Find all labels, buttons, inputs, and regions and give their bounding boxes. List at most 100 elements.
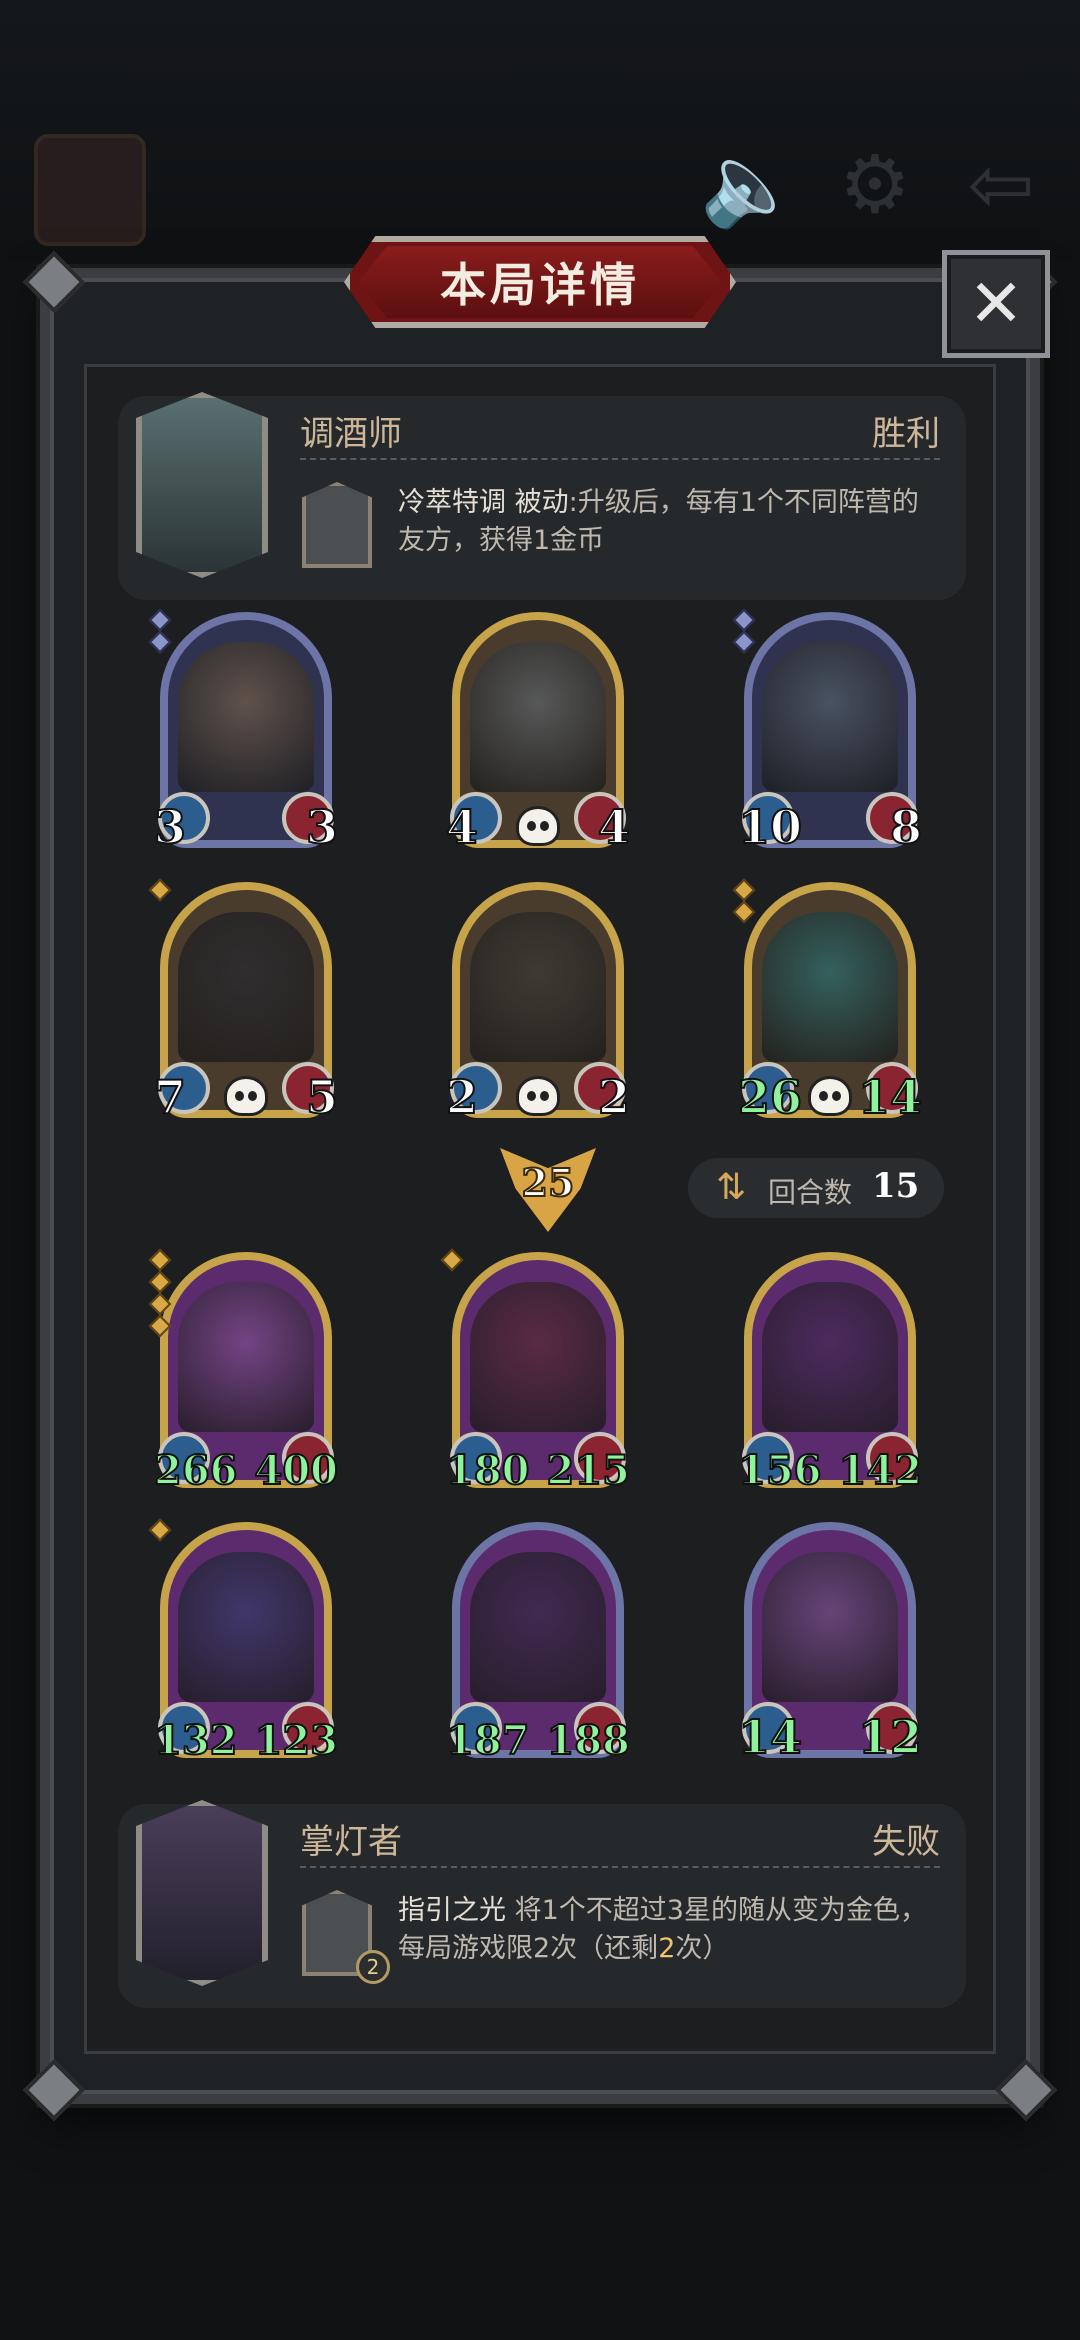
skill-type: 被动 (514, 487, 569, 518)
round-label: 回合数 (768, 1176, 853, 1209)
skill-text-end: 次） (675, 1933, 730, 1964)
unit-card[interactable]: 22 (445, 882, 631, 1125)
health-value: 400 (254, 1446, 339, 1495)
divider (300, 458, 940, 460)
hero-skill-description: 冷萃特调 被动:升级后，每有1个不同阵营的友方，获得1金币 (398, 484, 942, 560)
unit-art (762, 1552, 898, 1702)
skull-icon (224, 1076, 268, 1116)
hero-skill-description: 指引之光 将1个不超过3星的随从变为金色，每局游戏限2次（还剩2次） (398, 1892, 942, 1968)
match-result: 胜利 (872, 414, 940, 454)
unit-card[interactable]: 26 14 (732, 878, 923, 1125)
attack-value: 187 (445, 1716, 530, 1765)
avatar (34, 134, 146, 246)
unit-card[interactable]: 132 123 (148, 1518, 339, 1765)
round-value: 15 (872, 1166, 920, 1206)
attack-value: 4 (445, 799, 479, 855)
unit-art (178, 642, 314, 792)
attack-value: 26 (737, 1069, 803, 1125)
health-value: 142 (838, 1446, 923, 1495)
panel-corner (22, 2058, 86, 2122)
title-banner: 本局详情 (344, 236, 736, 328)
attack-value: 2 (445, 1069, 479, 1125)
shaker-icon[interactable] (302, 482, 372, 568)
hero-name: 调酒师 (300, 414, 402, 454)
unit-art (178, 1552, 314, 1702)
match-result: 失败 (872, 1822, 940, 1862)
unit-art (178, 1282, 314, 1432)
health-value: 12 (857, 1709, 923, 1765)
unit-art (762, 912, 898, 1062)
star-rank (148, 1248, 172, 1340)
round-counter: ⇅ 回合数 15 (688, 1158, 944, 1218)
attack-value: 7 (153, 1069, 187, 1125)
unit-art (470, 1552, 606, 1702)
star-icon (148, 878, 172, 902)
star-icon (732, 878, 756, 902)
unit-card[interactable]: 156 142 (737, 1252, 923, 1495)
skill-name: 冷萃特调 (398, 487, 506, 518)
unit-card[interactable]: 10 8 (732, 608, 923, 855)
star-rank (732, 608, 756, 656)
unit-card[interactable]: 180 215 (440, 1248, 631, 1495)
star-icon (148, 1270, 172, 1294)
unit-card[interactable]: 75 (148, 878, 339, 1125)
unit-card[interactable]: 14 12 (737, 1522, 923, 1765)
star-rank (732, 878, 756, 926)
health-value: 123 (254, 1716, 339, 1765)
attack-value: 266 (153, 1446, 238, 1495)
star-rank (148, 1518, 172, 1544)
unit-art (470, 642, 606, 792)
divider (300, 1866, 940, 1868)
star-rank (148, 878, 172, 904)
unit-art (762, 642, 898, 792)
skull-icon (808, 1076, 852, 1116)
panel-corner (994, 2058, 1058, 2122)
gear-icon: ⚙ (839, 138, 911, 231)
skull-icon (516, 1076, 560, 1116)
star-icon (732, 630, 756, 654)
damage-value: 25 (521, 1159, 576, 1206)
star-icon (148, 1292, 172, 1316)
skill-charges-badge: 2 (356, 1950, 390, 1984)
star-icon (148, 608, 172, 632)
sound-icon: 🔈 (700, 138, 800, 231)
unit-art (470, 912, 606, 1062)
health-value: 14 (857, 1069, 923, 1125)
health-value: 188 (546, 1716, 631, 1765)
unit-card[interactable]: 266 400 (148, 1248, 339, 1495)
player-info-loser: 掌灯者 失败 2 指引之光 将1个不超过3星的随从变为金色，每局游戏限2次（还剩… (118, 1800, 966, 2008)
attack-value: 14 (737, 1709, 803, 1765)
close-button[interactable]: ✕ (942, 250, 1050, 358)
star-icon (732, 608, 756, 632)
star-rank (148, 608, 172, 656)
health-value: 8 (889, 799, 923, 855)
health-value: 4 (597, 799, 631, 855)
unit-card[interactable]: 187 188 (445, 1522, 631, 1765)
unit-card[interactable]: 44 (445, 612, 631, 855)
skill-name: 指引之光 (398, 1895, 506, 1926)
star-rank (440, 1248, 464, 1274)
unit-card[interactable]: 33 (148, 608, 339, 855)
hero-portrait-lamplighter[interactable] (136, 1800, 268, 1986)
health-value: 2 (597, 1069, 631, 1125)
attack-value: 180 (445, 1446, 530, 1495)
close-icon: ✕ (968, 265, 1024, 342)
page-title: 本局详情 (440, 258, 640, 312)
skull-icon (516, 806, 560, 846)
hero-name: 掌灯者 (300, 1822, 402, 1862)
exit-icon: ⇦ (967, 138, 1035, 231)
star-icon (148, 1518, 172, 1542)
player-info-winner: 调酒师 胜利 冷萃特调 被动:升级后，每有1个不同阵营的友方，获得1金币 (118, 392, 966, 600)
attack-value: 132 (153, 1716, 238, 1765)
health-value: 5 (305, 1069, 339, 1125)
health-value: 215 (546, 1446, 631, 1495)
unit-art (762, 1282, 898, 1432)
hero-portrait-bartender[interactable] (136, 392, 268, 578)
star-icon (732, 900, 756, 924)
star-icon (148, 1248, 172, 1272)
attack-value: 156 (737, 1446, 822, 1495)
health-value: 3 (305, 799, 339, 855)
attack-value: 10 (737, 799, 803, 855)
attack-value: 3 (153, 799, 187, 855)
unit-art (470, 1282, 606, 1432)
